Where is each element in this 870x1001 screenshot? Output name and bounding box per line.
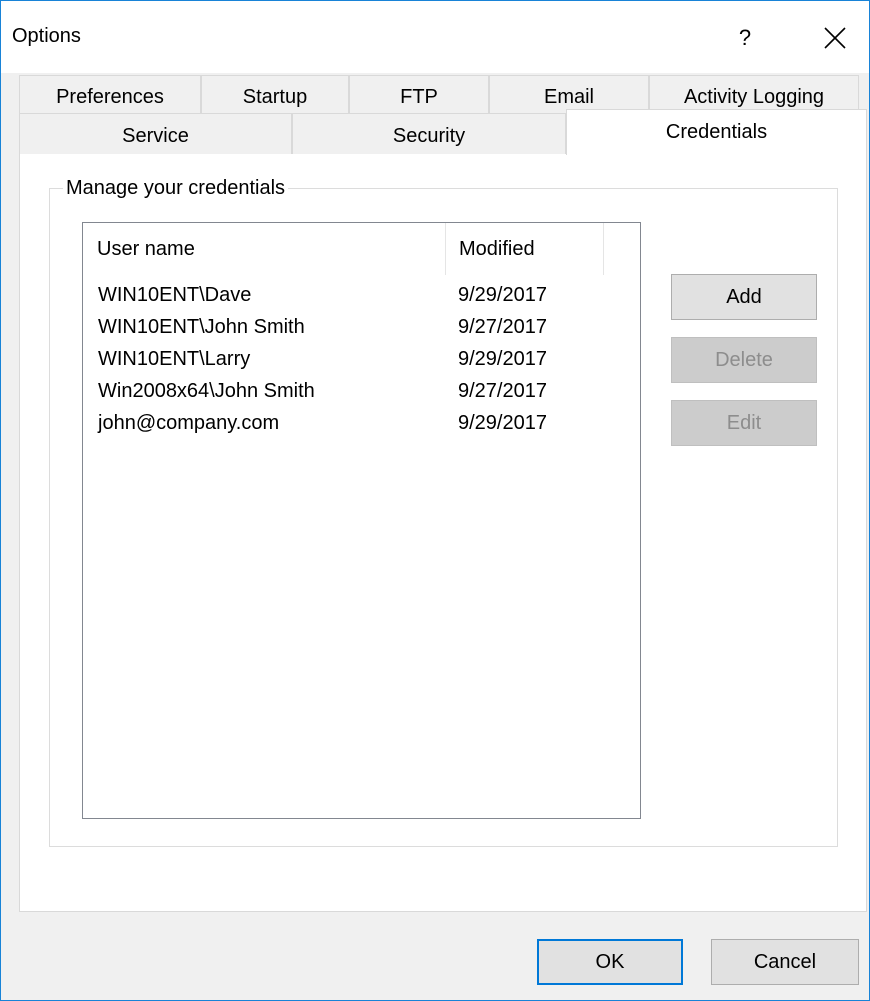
user-name-cell: WIN10ENT\John Smith bbox=[98, 316, 305, 338]
credentials-list[interactable]: User name Modified WIN10ENT\Dave 9/29/20… bbox=[82, 222, 641, 819]
list-item[interactable]: john@company.com 9/29/2017 bbox=[83, 407, 640, 439]
close-button[interactable] bbox=[809, 15, 861, 61]
tab-label: Security bbox=[392, 125, 466, 147]
tab-label: Startup bbox=[242, 86, 308, 108]
column-header-modified[interactable]: Modified bbox=[445, 223, 603, 275]
user-name-cell: WIN10ENT\Larry bbox=[98, 348, 251, 370]
tab-preferences[interactable]: Preferences bbox=[19, 75, 201, 115]
list-item[interactable]: Win2008x64\John Smith 9/27/2017 bbox=[83, 375, 640, 407]
list-item[interactable]: WIN10ENT\Larry 9/29/2017 bbox=[83, 343, 640, 375]
group-label: Manage your credentials bbox=[63, 177, 289, 200]
cancel-button[interactable]: Cancel bbox=[711, 939, 859, 985]
tab-label: Preferences bbox=[56, 86, 164, 108]
help-button[interactable]: ? bbox=[719, 15, 771, 61]
tab-label: FTP bbox=[400, 86, 438, 108]
help-icon: ? bbox=[738, 25, 752, 50]
modified-cell: 9/29/2017 bbox=[458, 412, 547, 434]
modified-cell: 9/27/2017 bbox=[458, 380, 547, 402]
user-name-cell: WIN10ENT\Dave bbox=[98, 284, 252, 306]
button-label: OK bbox=[595, 951, 625, 973]
title-bar: Options ? bbox=[1, 1, 869, 73]
button-label: Add bbox=[726, 286, 762, 308]
list-item[interactable]: WIN10ENT\Dave 9/29/2017 bbox=[83, 279, 640, 311]
user-name-cell: Win2008x64\John Smith bbox=[98, 380, 315, 402]
tab-label: Credentials bbox=[665, 121, 768, 143]
modified-cell: 9/29/2017 bbox=[458, 348, 547, 370]
user-name-cell: john@company.com bbox=[98, 412, 280, 434]
edit-button[interactable]: Edit bbox=[671, 400, 817, 446]
tab-startup[interactable]: Startup bbox=[201, 75, 349, 115]
tab-security[interactable]: Security bbox=[292, 113, 566, 154]
delete-button[interactable]: Delete bbox=[671, 337, 817, 383]
column-divider[interactable] bbox=[603, 223, 604, 275]
close-icon bbox=[824, 27, 846, 49]
button-label: Edit bbox=[726, 412, 762, 434]
tab-credentials[interactable]: Credentials bbox=[566, 109, 867, 155]
button-label: Cancel bbox=[753, 951, 817, 973]
tab-label: Service bbox=[122, 125, 189, 147]
tab-ftp[interactable]: FTP bbox=[349, 75, 489, 115]
window-title: Options bbox=[12, 25, 81, 47]
ok-button[interactable]: OK bbox=[537, 939, 683, 985]
add-button[interactable]: Add bbox=[671, 274, 817, 320]
tab-service[interactable]: Service bbox=[19, 113, 292, 154]
button-label: Delete bbox=[715, 349, 773, 371]
modified-cell: 9/29/2017 bbox=[458, 284, 547, 306]
list-item[interactable]: WIN10ENT\John Smith 9/27/2017 bbox=[83, 311, 640, 343]
options-dialog: Options ? Preferences Startup FTP Email … bbox=[0, 0, 870, 1001]
modified-cell: 9/27/2017 bbox=[458, 316, 547, 338]
column-header-user-name[interactable]: User name bbox=[83, 223, 445, 275]
